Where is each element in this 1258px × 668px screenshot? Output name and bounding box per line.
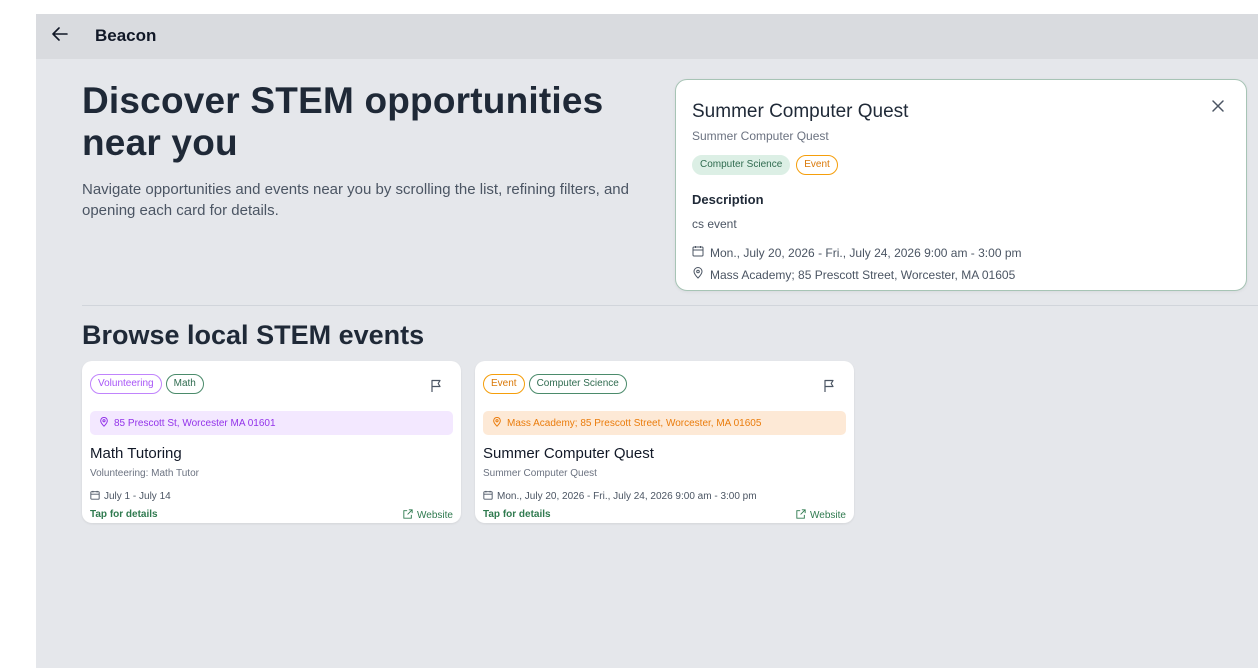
section-divider — [82, 305, 1258, 306]
website-label: Website — [417, 510, 453, 521]
detail-location: Mass Academy; 85 Prescott Street, Worces… — [692, 267, 1015, 282]
section-title: Browse local STEM events — [82, 320, 425, 350]
calendar-icon — [483, 490, 493, 503]
card-date: July 1 - July 14 — [90, 490, 171, 503]
description-text: cs event — [692, 217, 737, 231]
calendar-icon — [90, 490, 100, 503]
detail-date: Mon., July 20, 2026 - Fri., July 24, 202… — [692, 245, 1022, 260]
detail-subtitle: Summer Computer Quest — [692, 129, 829, 143]
card-location: Mass Academy; 85 Prescott Street, Worces… — [483, 411, 846, 435]
card-title: Summer Computer Quest — [483, 445, 654, 462]
detail-tags: Computer Science Event — [692, 155, 838, 175]
tap-for-details-label: Tap for details — [483, 509, 551, 520]
website-link[interactable]: Website — [403, 509, 453, 522]
detail-panel: Summer Computer Quest Summer Computer Qu… — [675, 79, 1247, 291]
hero-title: Discover STEM opportunities near you — [82, 80, 604, 163]
card-location: 85 Prescott St, Worcester MA 01601 — [90, 411, 453, 435]
tag-event: Event — [796, 155, 838, 175]
location-pin-icon — [99, 416, 109, 430]
tag-event: Event — [483, 374, 525, 394]
tag-math: Math — [165, 374, 204, 394]
card-location-text: Mass Academy; 85 Prescott Street, Worces… — [507, 417, 762, 429]
event-card-math-tutoring[interactable]: Volunteering Math 85 Prescott St, Worces… — [82, 361, 461, 523]
close-icon[interactable] — [1210, 98, 1226, 114]
event-card-summer-computer-quest[interactable]: Event Computer Science Mass Academy; 85 … — [475, 361, 854, 523]
detail-date-text: Mon., July 20, 2026 - Fri., July 24, 202… — [710, 245, 1022, 260]
external-link-icon — [796, 509, 806, 522]
flag-icon[interactable] — [429, 379, 443, 393]
tap-for-details-label: Tap for details — [90, 509, 158, 520]
location-pin-icon — [692, 267, 704, 282]
description-label: Description — [692, 192, 764, 207]
tag-volunteering: Volunteering — [90, 374, 162, 394]
card-title: Math Tutoring — [90, 445, 182, 462]
card-date-text: July 1 - July 14 — [104, 491, 171, 502]
external-link-icon — [403, 509, 413, 522]
detail-title: Summer Computer Quest — [692, 101, 909, 122]
card-tags: Event Computer Science — [483, 374, 627, 394]
back-arrow-icon[interactable] — [50, 24, 70, 44]
hero-description: Navigate opportunities and events near y… — [82, 181, 629, 219]
app-title: Beacon — [95, 26, 157, 45]
card-subtitle: Volunteering: Math Tutor — [90, 468, 199, 479]
website-label: Website — [810, 510, 846, 521]
tag-computer-science: Computer Science — [692, 155, 791, 175]
top-bar — [36, 14, 1258, 59]
card-tags: Volunteering Math — [90, 374, 204, 394]
detail-location-text: Mass Academy; 85 Prescott Street, Worces… — [710, 267, 1016, 282]
card-location-text: 85 Prescott St, Worcester MA 01601 — [114, 417, 276, 429]
tag-computer-science: Computer Science — [528, 374, 627, 394]
calendar-icon — [692, 245, 704, 260]
card-subtitle: Summer Computer Quest — [483, 468, 597, 479]
website-link[interactable]: Website — [796, 509, 846, 522]
flag-icon[interactable] — [822, 379, 836, 393]
location-pin-icon — [492, 416, 502, 430]
card-date-text: Mon., July 20, 2026 - Fri., July 24, 202… — [497, 491, 757, 502]
card-date: Mon., July 20, 2026 - Fri., July 24, 202… — [483, 490, 757, 503]
